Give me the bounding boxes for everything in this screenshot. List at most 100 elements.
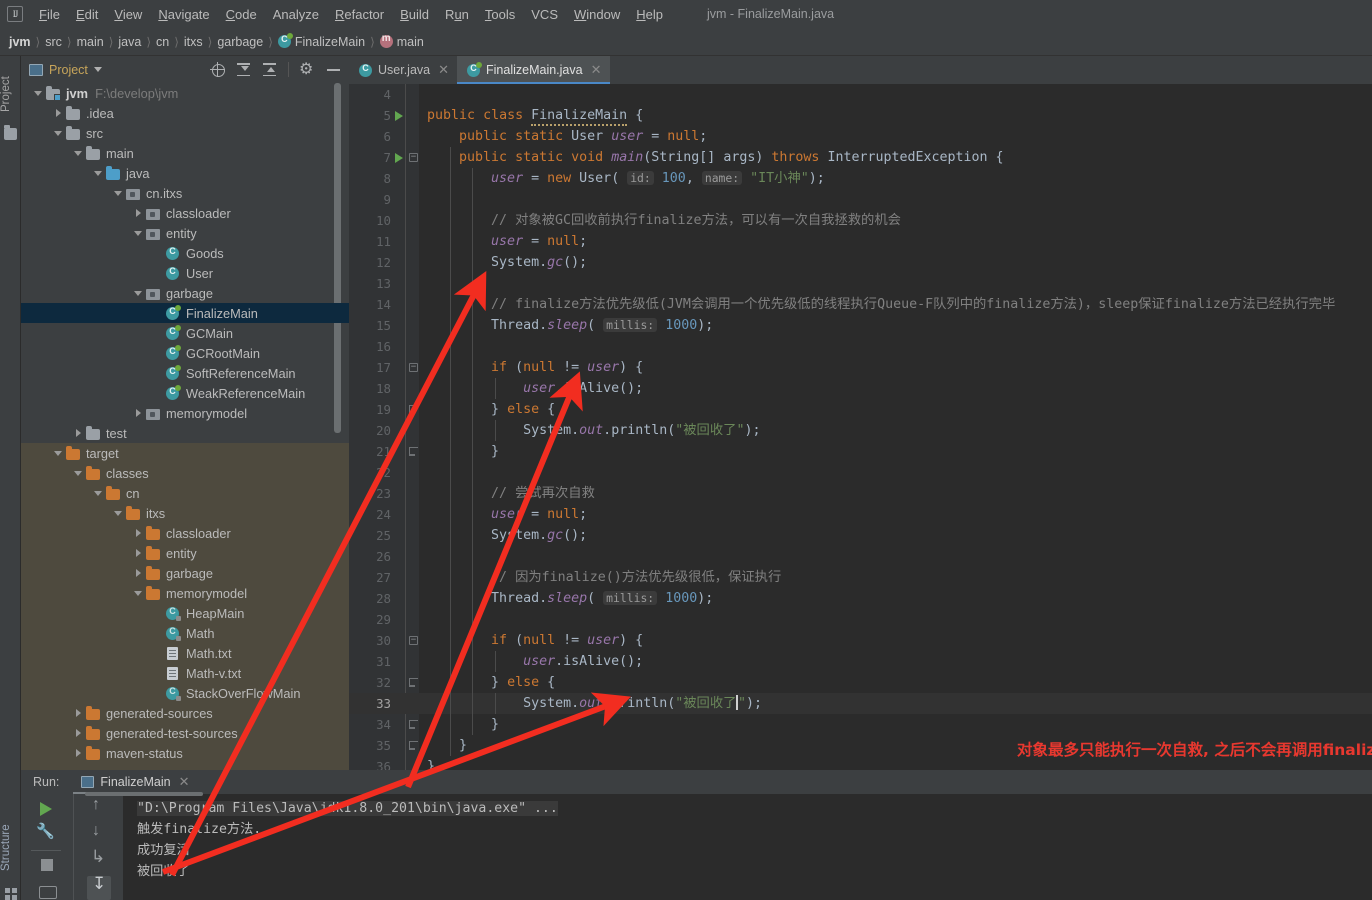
chevron-down-icon[interactable]	[133, 288, 144, 299]
chevron-right-icon[interactable]	[133, 568, 144, 579]
menu-help[interactable]: Help	[628, 4, 671, 25]
chevron-down-icon[interactable]	[53, 128, 64, 139]
code-line-18[interactable]: 18 user.isAlive();	[349, 378, 1372, 399]
tree-item--idea[interactable]: .idea	[21, 103, 349, 123]
tree-item-math-v-txt[interactable]: Math-v.txt	[21, 663, 349, 683]
menu-file[interactable]: File	[31, 4, 68, 25]
chevron-down-icon[interactable]	[33, 88, 44, 99]
chevron-right-icon[interactable]	[53, 108, 64, 119]
tree-item-maven-status[interactable]: maven-status	[21, 743, 349, 763]
code-line-4[interactable]: 4	[349, 84, 1372, 105]
breadcrumb-item-main-method[interactable]: main	[377, 33, 427, 49]
fold-end-icon[interactable]	[409, 678, 418, 687]
code-line-25[interactable]: 25 System.gc();	[349, 525, 1372, 546]
chevron-right-icon[interactable]	[73, 728, 84, 739]
console-scrollbar[interactable]	[85, 792, 203, 796]
tree-item-garbage[interactable]: garbage	[21, 283, 349, 303]
chevron-right-icon[interactable]	[73, 428, 84, 439]
tab-user-java[interactable]: User.java ✕	[349, 56, 457, 84]
chevron-down-icon[interactable]	[73, 468, 84, 479]
menu-build[interactable]: Build	[392, 4, 437, 25]
code-line-36[interactable]: 36}	[349, 756, 1372, 770]
tree-item-softreferencemain[interactable]: SoftReferenceMain	[21, 363, 349, 383]
menu-run[interactable]: Run	[437, 4, 477, 25]
code-line-14[interactable]: 14 // finalize方法优先级低(JVM会调用一个优先级低的线程执行Qu…	[349, 294, 1372, 315]
scroll-to-end-icon[interactable]	[87, 874, 111, 900]
arrow-up-icon[interactable]	[87, 796, 111, 821]
project-tree[interactable]: jvm F:\develop\jvm .idea src main java cn.itxs…	[21, 83, 349, 770]
code-line-17[interactable]: 17 − if (null != user) {	[349, 357, 1372, 378]
tree-item-target[interactable]: target	[21, 443, 349, 463]
breadcrumb-item-java[interactable]: java	[115, 35, 144, 49]
tree-item-cn[interactable]: cn	[21, 483, 349, 503]
code-line-15[interactable]: 15 Thread.sleep( millis: 1000);	[349, 315, 1372, 336]
expand-all-icon[interactable]	[262, 62, 277, 77]
fold-collapse-icon[interactable]: −	[409, 363, 418, 372]
code-line-32[interactable]: 32 } else {	[349, 672, 1372, 693]
code-line-30[interactable]: 30 − if (null != user) {	[349, 630, 1372, 651]
camera-icon[interactable]	[36, 880, 58, 900]
chevron-right-icon[interactable]	[73, 748, 84, 759]
code-line-13[interactable]: 13	[349, 273, 1372, 294]
code-line-26[interactable]: 26	[349, 546, 1372, 567]
code-line-11[interactable]: 11 user = null;	[349, 231, 1372, 252]
code-line-35[interactable]: 35 }	[349, 735, 1372, 756]
tree-item-classloader[interactable]: classloader	[21, 523, 349, 543]
chevron-right-icon[interactable]	[133, 528, 144, 539]
fold-end-icon[interactable]	[409, 447, 418, 456]
menu-window[interactable]: Window	[566, 4, 628, 25]
breadcrumb-item-jvm[interactable]: jvm	[0, 35, 34, 49]
code-line-22[interactable]: 22	[349, 462, 1372, 483]
wrench-icon[interactable]	[36, 822, 58, 846]
tree-item-classes[interactable]: classes	[21, 463, 349, 483]
code-line-21[interactable]: 21 }	[349, 441, 1372, 462]
fold-end-icon[interactable]	[409, 720, 418, 729]
tree-item-weakreferencemain[interactable]: WeakReferenceMain	[21, 383, 349, 403]
menu-analyze[interactable]: Analyze	[265, 4, 327, 25]
chevron-down-icon[interactable]	[113, 188, 124, 199]
menu-vcs[interactable]: VCS	[523, 4, 566, 25]
tree-item-goods[interactable]: Goods	[21, 243, 349, 263]
menu-view[interactable]: View	[106, 4, 150, 25]
close-icon[interactable]: ✕	[591, 62, 602, 78]
code-line-33[interactable]: 33 System.out.println("被回收了 ");	[349, 693, 1372, 714]
code-line-5[interactable]: 5 public class FinalizeMain {	[349, 105, 1372, 126]
soft-wrap-icon[interactable]	[87, 850, 111, 874]
tree-item-java[interactable]: java	[21, 163, 349, 183]
run-tab-finalizemain[interactable]: FinalizeMain ✕	[73, 770, 198, 794]
chevron-right-icon[interactable]	[133, 548, 144, 559]
code-line-29[interactable]: 29	[349, 609, 1372, 630]
tree-item-memorymodel[interactable]: memorymodel	[21, 403, 349, 423]
tree-item-user[interactable]: User	[21, 263, 349, 283]
tool-window-button-structure[interactable]: Structure	[0, 816, 21, 880]
code-line-24[interactable]: 24 user = null;	[349, 504, 1372, 525]
tree-item-heapmain[interactable]: HeapMain	[21, 603, 349, 623]
project-title[interactable]: Project	[49, 63, 88, 77]
collapse-all-icon[interactable]	[236, 62, 251, 77]
run-icon[interactable]	[36, 798, 58, 820]
breadcrumb-item-cn[interactable]: cn	[153, 35, 172, 49]
console-output[interactable]: "D:\Program Files\Java\jdk1.8.0_201\bin\…	[123, 794, 1372, 900]
tree-item-itxs[interactable]: itxs	[21, 503, 349, 523]
menu-tools[interactable]: Tools	[477, 4, 523, 25]
hide-icon[interactable]	[326, 62, 341, 77]
tree-item-classloader[interactable]: classloader	[21, 203, 349, 223]
breadcrumb-item-finalizemain[interactable]: FinalizeMain	[275, 32, 368, 49]
gear-icon[interactable]	[299, 59, 315, 79]
chevron-down-icon[interactable]	[73, 148, 84, 159]
breadcrumb-item-src[interactable]: src	[42, 35, 65, 49]
tree-item-test[interactable]: test	[21, 423, 349, 443]
tree-item-finalizemain[interactable]: FinalizeMain	[21, 303, 349, 323]
tree-item-generated-test-sources[interactable]: generated-test-sources	[21, 723, 349, 743]
tree-item-stackoverflowmain[interactable]: StackOverFlowMain	[21, 683, 349, 703]
chevron-down-icon[interactable]	[113, 508, 124, 519]
fold-collapse-icon[interactable]: −	[409, 636, 418, 645]
tree-item-memorymodel[interactable]: memorymodel	[21, 583, 349, 603]
code-line-20[interactable]: 20 System.out.println("被回收了");	[349, 420, 1372, 441]
tree-item-cn-itxs[interactable]: cn.itxs	[21, 183, 349, 203]
code-line-23[interactable]: 23 // 尝试再次自救	[349, 483, 1372, 504]
tree-item-generated-sources[interactable]: generated-sources	[21, 703, 349, 723]
menu-edit[interactable]: Edit	[68, 4, 106, 25]
code-line-9[interactable]: 9	[349, 189, 1372, 210]
breadcrumb-item-garbage[interactable]: garbage	[214, 35, 266, 49]
